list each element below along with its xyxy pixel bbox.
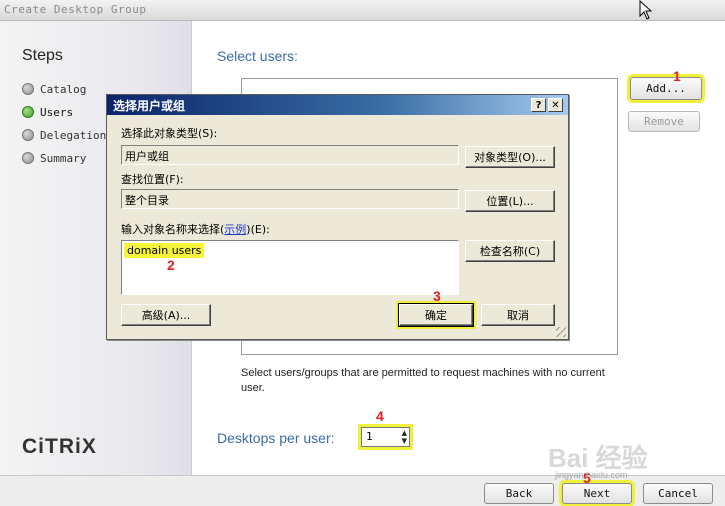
- help-button[interactable]: ?: [531, 98, 546, 112]
- location-label: 查找位置(F):: [121, 173, 184, 186]
- examples-link[interactable]: 示例: [224, 223, 246, 236]
- step-users: Users: [22, 103, 73, 121]
- users-help-text: Select users/groups that are permitted t…: [241, 367, 605, 394]
- check-names-button[interactable]: 检查名称(C): [465, 240, 555, 262]
- step-summary: Summary: [22, 149, 86, 167]
- enter-names-suffix: )(E):: [246, 223, 270, 236]
- next-button[interactable]: Next: [562, 483, 632, 504]
- advanced-button[interactable]: 高级(A)...: [121, 304, 211, 326]
- step-catalog: Catalog: [22, 80, 86, 98]
- back-button[interactable]: Back: [484, 483, 554, 504]
- step-done-icon: [22, 83, 34, 95]
- select-users-dialog: 选择用户或组 ? ✕ 选择此对象类型(S): 用户或组 对象类型(O)... 查…: [106, 94, 569, 340]
- desktops-per-user-spinner[interactable]: 1 ▲ ▼: [358, 424, 413, 450]
- annotation-marker-4: 4: [376, 408, 384, 424]
- enter-names-label: 输入对象名称来选择(示例)(E):: [121, 221, 270, 237]
- baidu-watermark-url: jingyan.baidu.com: [555, 470, 628, 480]
- add-button[interactable]: Add...: [630, 77, 702, 100]
- locations-button[interactable]: 位置(L)...: [465, 190, 555, 212]
- create-desktop-group-wizard: Create Desktop Group Steps Catalog Users…: [0, 0, 725, 506]
- object-types-button[interactable]: 对象类型(O)...: [465, 146, 555, 168]
- annotation-marker-3: 3: [433, 288, 441, 304]
- remove-button[interactable]: Remove: [628, 111, 700, 132]
- object-names-value: domain users: [124, 243, 205, 258]
- ok-button[interactable]: 确定: [398, 303, 474, 327]
- dialog-cancel-button[interactable]: 取消: [481, 304, 555, 326]
- spinner-value: 1: [366, 430, 373, 443]
- step-label: Users: [40, 105, 74, 119]
- steps-heading: Steps: [22, 47, 63, 64]
- step-current-icon: [22, 106, 34, 118]
- step-delegation: Delegation: [22, 126, 106, 144]
- window-title: Create Desktop Group: [4, 3, 147, 16]
- close-icon[interactable]: ✕: [548, 98, 563, 112]
- cancel-button[interactable]: Cancel: [643, 483, 713, 504]
- annotation-marker-2: 2: [167, 257, 175, 273]
- desktops-per-user-label: Desktops per user:: [217, 430, 335, 446]
- select-users-label: Select users:: [217, 48, 298, 64]
- dialog-title: 选择用户或组: [113, 99, 186, 113]
- step-label: Catalog: [40, 82, 87, 96]
- dialog-titlebar: 选择用户或组 ? ✕: [107, 95, 568, 115]
- step-pending-icon: [22, 152, 34, 164]
- step-pending-icon: [22, 129, 34, 141]
- spinner-field[interactable]: 1 ▲ ▼: [361, 427, 410, 447]
- resize-grip-icon[interactable]: [556, 327, 566, 337]
- step-label: Summary: [40, 151, 87, 165]
- object-type-field: 用户或组: [121, 145, 459, 165]
- spinner-arrows-icon[interactable]: ▲ ▼: [402, 429, 407, 445]
- window-titlebar: Create Desktop Group: [0, 0, 725, 21]
- annotation-marker-1: 1: [673, 68, 681, 84]
- object-type-label: 选择此对象类型(S):: [121, 127, 218, 140]
- mouse-pointer-icon: [639, 0, 652, 20]
- enter-names-prefix: 输入对象名称来选择(: [121, 223, 225, 236]
- citrix-logo: CiTRiX: [22, 435, 97, 458]
- location-field: 整个目录: [121, 189, 459, 209]
- step-label: Delegation: [40, 128, 107, 142]
